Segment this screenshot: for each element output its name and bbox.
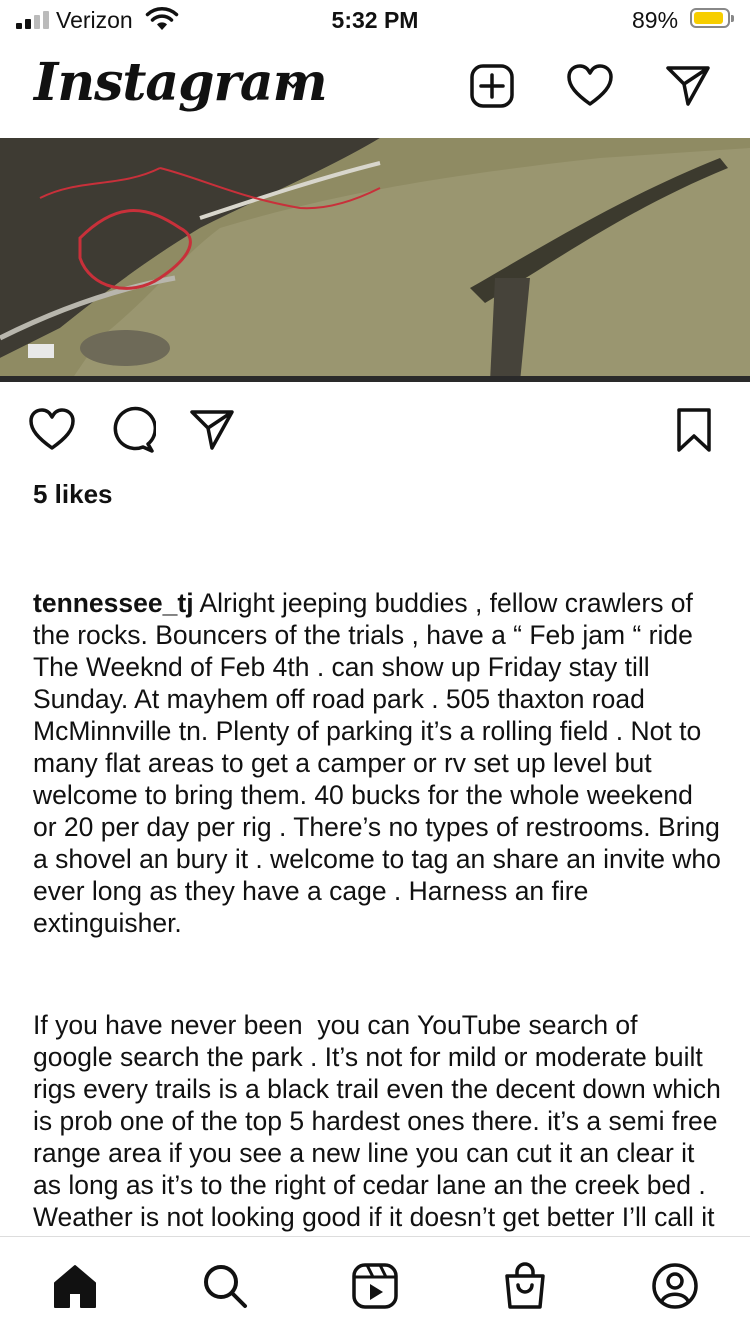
status-bar: Verizon 5:32 PM 89% [0,0,750,40]
aerial-map-photo [0,138,750,382]
bookmark-icon[interactable] [670,406,718,454]
post-username[interactable]: tennessee_tj [33,588,194,618]
like-heart-icon[interactable] [28,406,76,454]
direct-message-icon[interactable] [664,62,712,110]
battery-percent: 89% [632,7,679,33]
bottom-tab-bar [0,1236,750,1335]
chevron-down-icon[interactable] [282,76,304,90]
shop-icon[interactable] [500,1261,550,1311]
likes-count[interactable]: 5 likes [33,479,113,510]
caption-paragraph: tennessee_tj Alright jeeping buddies , f… [33,587,723,939]
new-post-icon[interactable] [468,62,516,110]
caption-text: Alright jeeping buddies , fellow crawler… [33,588,729,938]
reels-icon[interactable] [350,1261,400,1311]
home-icon[interactable] [50,1261,100,1311]
share-icon[interactable] [188,406,236,454]
post-caption: tennessee_tj Alright jeeping buddies , f… [33,523,723,1335]
profile-icon[interactable] [650,1261,700,1311]
post-image[interactable] [0,138,750,382]
battery-icon [690,8,734,28]
top-header: Instagram [0,40,750,138]
comment-icon[interactable] [108,406,156,454]
search-icon[interactable] [200,1261,250,1311]
heart-icon[interactable] [566,62,614,110]
